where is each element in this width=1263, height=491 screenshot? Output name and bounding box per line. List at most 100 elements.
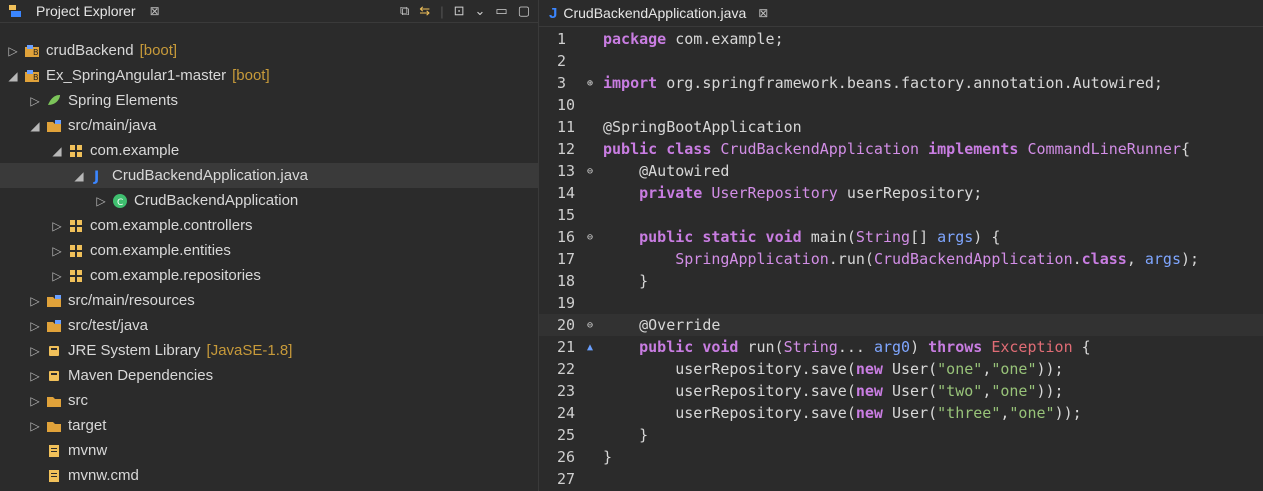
- editor-tab-close-icon[interactable]: ⊠: [758, 6, 768, 20]
- tree-item-label: CrudBackendApplication.java: [112, 167, 308, 184]
- fold-toggle-icon[interactable]: ⊖: [587, 166, 603, 177]
- fold-toggle-icon[interactable]: ⊖: [587, 232, 603, 243]
- tree-item-label: Ex_SpringAngular1-master: [46, 67, 227, 84]
- focus-icon[interactable]: ⊡: [454, 3, 465, 19]
- link-with-editor-icon[interactable]: ⇆: [419, 3, 430, 19]
- code-line[interactable]: 3 ⊕ import org.springframework.beans.facto…: [539, 72, 1263, 94]
- code-line[interactable]: 11 @SpringBootApplication: [539, 116, 1263, 138]
- expand-arrow-icon[interactable]: ▷: [28, 344, 42, 358]
- code-token: ,: [1126, 250, 1145, 268]
- expand-arrow-icon[interactable]: ▷: [28, 369, 42, 383]
- tree-item-label: CrudBackendApplication: [134, 192, 299, 209]
- tree-item[interactable]: ▷ com.example.controllers: [0, 213, 538, 238]
- tree-item[interactable]: ▷ Spring Elements: [0, 88, 538, 113]
- code-line[interactable]: 12 public class CrudBackendApplication im…: [539, 138, 1263, 160]
- code-line[interactable]: 14 private UserRepository userRepository…: [539, 182, 1263, 204]
- expand-arrow-icon[interactable]: ▷: [50, 269, 64, 283]
- expand-arrow-icon[interactable]: ▷: [6, 44, 20, 58]
- code-token: "one": [937, 360, 983, 378]
- expand-arrow-icon[interactable]: ▷: [28, 319, 42, 333]
- collapse-arrow-icon[interactable]: ◢: [28, 119, 42, 133]
- editor-tab[interactable]: J CrudBackendApplication.java ⊠: [539, 5, 768, 22]
- code-line[interactable]: 26}: [539, 446, 1263, 468]
- code-line[interactable]: 16 ⊖ public static void main(String[] arg…: [539, 226, 1263, 248]
- code-token: public void: [603, 338, 748, 356]
- code-token: User(: [892, 360, 938, 378]
- code-token: "one": [991, 382, 1037, 400]
- expand-arrow-icon[interactable]: ▷: [50, 244, 64, 258]
- expand-arrow-icon[interactable]: ▷: [94, 194, 108, 208]
- view-menu-icon[interactable]: ⌄: [475, 3, 486, 19]
- project-explorer-title[interactable]: Project Explorer ⊠: [0, 3, 160, 19]
- code-line[interactable]: 17 SpringApplication.run(CrudBackendAppl…: [539, 248, 1263, 270]
- code-area[interactable]: 1 package com.example; 2 3 ⊕ import org.sprin…: [539, 28, 1263, 490]
- override-marker-icon[interactable]: ▲: [587, 342, 603, 353]
- code-line[interactable]: 24 userRepository.save(new User("three",…: [539, 402, 1263, 424]
- tree-item[interactable]: ▷ target: [0, 413, 538, 438]
- tree-item[interactable]: ◢ J CrudBackendApplication.java: [0, 163, 538, 188]
- code-line[interactable]: 21 ▲ public void run(String... arg0) thro…: [539, 336, 1263, 358]
- line-number: 15: [557, 206, 576, 224]
- tree-item[interactable]: ▷ JRE System Library [JavaSE-1.8]: [0, 338, 538, 363]
- code-line[interactable]: 18 }: [539, 270, 1263, 292]
- library-icon: [46, 343, 62, 359]
- tree-item[interactable]: ▷ C CrudBackendApplication: [0, 188, 538, 213]
- tree-item[interactable]: ◢ com.example: [0, 138, 538, 163]
- code-token: public static void: [603, 228, 811, 246]
- tree-item[interactable]: ◢ B Ex_SpringAngular1-master [boot]: [0, 63, 538, 88]
- toolbar-separator-icon: |: [440, 3, 444, 19]
- tree-item[interactable]: ▷ src/main/resources: [0, 288, 538, 313]
- line-number: 23: [557, 382, 576, 400]
- project-explorer-close-icon[interactable]: ⊠: [150, 4, 160, 18]
- collapse-arrow-icon[interactable]: ◢: [50, 144, 64, 158]
- code-line[interactable]: 10: [539, 94, 1263, 116]
- code-line[interactable]: 13 ⊖ @Autowired: [539, 160, 1263, 182]
- code-line[interactable]: 15: [539, 204, 1263, 226]
- minimize-icon[interactable]: ▭: [495, 3, 507, 19]
- package-icon: [68, 218, 84, 234]
- tree-item[interactable]: mvnw: [0, 438, 538, 463]
- code-text: public void run(String... arg0) throws E…: [603, 338, 1091, 356]
- code-line[interactable]: 23 userRepository.save(new User("two","o…: [539, 380, 1263, 402]
- tree-item[interactable]: ▷ src/test/java: [0, 313, 538, 338]
- collapse-arrow-icon[interactable]: ◢: [6, 69, 20, 83]
- code-line[interactable]: 1 package com.example;: [539, 28, 1263, 50]
- project-boot-icon: B: [24, 43, 40, 59]
- tree-item[interactable]: ◢ src/main/java: [0, 113, 538, 138]
- file-icon: [46, 443, 62, 459]
- svg-text:B: B: [33, 73, 39, 82]
- tree-item[interactable]: ▷ com.example.entities: [0, 238, 538, 263]
- code-line[interactable]: 27: [539, 468, 1263, 490]
- line-number: 14: [557, 184, 576, 202]
- code-token: );: [1181, 250, 1200, 268]
- code-token: String: [783, 338, 838, 356]
- expand-arrow-icon[interactable]: ▷: [28, 294, 42, 308]
- tree-item[interactable]: ▷ Maven Dependencies: [0, 363, 538, 388]
- tree-item[interactable]: mvnw.cmd: [0, 463, 538, 488]
- fold-toggle-icon[interactable]: ⊕: [587, 78, 603, 89]
- expand-arrow-icon[interactable]: ▷: [28, 419, 42, 433]
- code-line[interactable]: 20 ⊖ @Override: [539, 314, 1263, 336]
- maximize-icon[interactable]: ▢: [518, 3, 530, 19]
- collapse-all-icon[interactable]: ⧉: [400, 3, 409, 19]
- fold-toggle-icon[interactable]: ⊖: [587, 320, 603, 331]
- code-line[interactable]: 25 }: [539, 424, 1263, 446]
- svg-text:J: J: [93, 169, 99, 184]
- code-text: public static void main(String[] args) {: [603, 228, 1000, 246]
- tree-item[interactable]: ▷ com.example.repositories: [0, 263, 538, 288]
- code-token: "one": [1009, 404, 1055, 422]
- package-icon: [68, 243, 84, 259]
- code-token: SpringApplication: [675, 250, 829, 268]
- expand-arrow-icon[interactable]: ▷: [28, 94, 42, 108]
- tree-item-decoration: [boot]: [139, 42, 178, 59]
- code-line[interactable]: 2: [539, 50, 1263, 72]
- tree-item[interactable]: ▷ src: [0, 388, 538, 413]
- code-line[interactable]: 19: [539, 292, 1263, 314]
- java-file-icon: J: [549, 4, 558, 22]
- tree-item[interactable]: ▷ BcrudBackend [boot]: [0, 38, 538, 63]
- expand-arrow-icon[interactable]: ▷: [50, 219, 64, 233]
- line-number: 18: [557, 272, 576, 290]
- collapse-arrow-icon[interactable]: ◢: [72, 169, 86, 183]
- code-line[interactable]: 22 userRepository.save(new User("one","o…: [539, 358, 1263, 380]
- expand-arrow-icon[interactable]: ▷: [28, 394, 42, 408]
